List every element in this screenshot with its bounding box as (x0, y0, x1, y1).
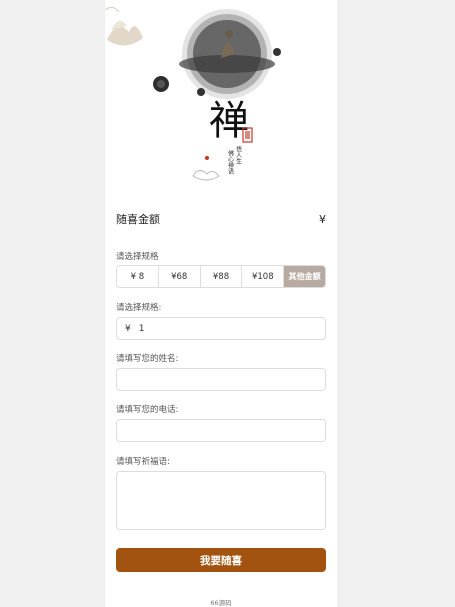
spec-option-108[interactable]: ¥108 (242, 266, 285, 287)
blessing-label: 请填写祈福语: (116, 457, 170, 467)
custom-amount-value: 1 (138, 323, 145, 334)
name-input[interactable] (116, 368, 326, 391)
amount-label: 随喜金额 (116, 213, 160, 226)
spec-label: 请选择规格 (116, 252, 159, 262)
lotus-icon (105, 6, 143, 46)
spec-option-other[interactable]: 其他金额 (284, 266, 325, 287)
custom-amount-input[interactable]: ¥ 1 (116, 317, 326, 340)
currency-symbol: ¥ (319, 212, 326, 226)
vertical-text-2: 佛心禅语 (227, 149, 234, 175)
vertical-text-1: 悟人生 (235, 145, 242, 164)
spec-option-8[interactable]: ¥ 8 (117, 266, 159, 287)
submit-button[interactable]: 我要随喜 (116, 548, 326, 572)
phone-screen: 禅 悟人生 佛心禅语 随喜金额 ¥ 请选择规格 ¥ 8 ¥68 ¥88 ¥108… (105, 0, 337, 607)
phone-label: 请填写您的电话: (116, 405, 179, 415)
blessing-textarea[interactable] (116, 471, 326, 530)
amount-row: 随喜金额 ¥ (116, 210, 326, 228)
spec-option-68[interactable]: ¥68 (158, 266, 201, 287)
spec-option-group: ¥ 8 ¥68 ¥88 ¥108 其他金额 (116, 265, 326, 288)
hero-banner: 禅 悟人生 佛心禅语 (105, 0, 337, 200)
footer-text: 66源码 (210, 599, 232, 607)
custom-amount-label: 请选择规格: (116, 303, 162, 313)
spec-option-88[interactable]: ¥88 (200, 266, 243, 287)
yen-icon: ¥ (125, 323, 131, 334)
name-label: 请填写您的姓名: (116, 354, 179, 364)
phone-input[interactable] (116, 419, 326, 442)
